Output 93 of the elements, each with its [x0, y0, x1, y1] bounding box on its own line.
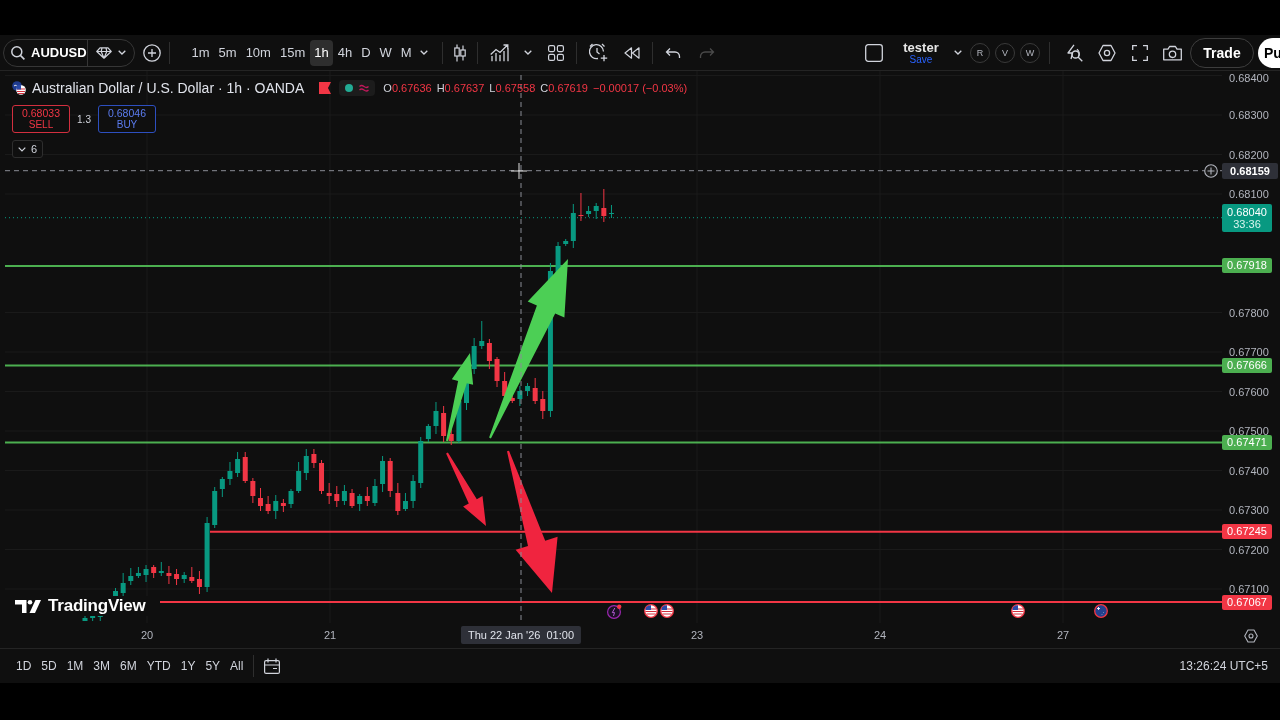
ohlc-label: L	[489, 82, 496, 94]
settings-icon[interactable]	[1244, 628, 1258, 643]
flag-badge-icon	[12, 81, 26, 95]
range-button[interactable]: All	[225, 654, 249, 678]
range-button[interactable]: YTD	[141, 654, 176, 678]
crosshair-cursor-icon	[511, 162, 527, 179]
time-tick-label: 24	[873, 629, 887, 641]
ohlc-value: 0.67558	[495, 82, 536, 94]
ohlc-label: H	[436, 82, 445, 94]
flag-icon[interactable]	[644, 604, 658, 618]
time-tick-label: 21	[323, 629, 337, 641]
logo-text[interactable]: TradingView	[46, 596, 148, 616]
line-price-tag: 0.67918	[1222, 258, 1272, 274]
timeframe-tab[interactable]: 10m	[241, 39, 276, 66]
plus-circle-icon[interactable]	[1204, 163, 1218, 178]
range-button[interactable]: 1D	[11, 654, 37, 678]
timeframe-tab[interactable]: 4h	[333, 39, 357, 66]
buy-button[interactable]: 0.68046 BUY	[98, 105, 156, 133]
ohlc-value: 0.67636	[391, 82, 432, 94]
range-button[interactable]: 1Y	[175, 654, 201, 678]
price-tick-label: 0.68100	[1229, 187, 1269, 201]
crosshair-price-tag: 0.68159	[1222, 162, 1278, 179]
range-button[interactable]: 6M	[115, 654, 142, 678]
camera-icon	[1163, 44, 1182, 61]
layout-save-button[interactable]: tester Save	[896, 40, 946, 65]
grid-icon	[548, 44, 565, 61]
countdown-label: 33:36	[1233, 217, 1261, 230]
flag-icon[interactable]	[660, 604, 674, 618]
plus-circle-icon	[143, 43, 161, 62]
range-button[interactable]: 1M	[61, 654, 89, 678]
fullscreen-icon	[1131, 44, 1148, 61]
timeframe-tab[interactable]: 15m	[275, 39, 310, 66]
price-tick-label: 0.67800	[1229, 305, 1269, 320]
diamond-icon	[96, 46, 112, 59]
caret-icon	[420, 50, 429, 55]
crosshair-time-tag: Thu 22 Jan '26 01:00	[460, 626, 582, 644]
price-tick-label: 0.68400	[1229, 71, 1269, 85]
price-tick-label: 0.68200	[1229, 147, 1269, 162]
caret-icon	[524, 50, 533, 55]
line-price-tag: 0.67666	[1222, 357, 1272, 373]
timeframe-tab[interactable]: 5m	[214, 39, 242, 66]
clock-button[interactable]: 13:26:24 UTC+5	[1179, 654, 1268, 678]
search-icon	[11, 45, 25, 60]
spread-value: 1.3	[76, 113, 92, 125]
timeframe-tab[interactable]: W	[375, 39, 397, 66]
settings-icon	[1097, 43, 1116, 62]
wave-icon	[359, 84, 370, 92]
range-button[interactable]: 5D	[36, 654, 62, 678]
price-tick-label: 0.67600	[1229, 384, 1269, 399]
rewind-icon	[624, 46, 641, 59]
flag-icon[interactable]	[1094, 604, 1108, 618]
flag-icon[interactable]	[1011, 604, 1025, 618]
calendar-icon	[264, 658, 281, 674]
ohlc-label: C	[540, 82, 549, 94]
price-tick-label: 0.67700	[1229, 345, 1269, 359]
time-tick-label: 27	[1056, 629, 1070, 641]
price-tick-label: 0.67300	[1229, 503, 1269, 517]
caret-icon	[118, 50, 126, 55]
bar-chart-icon	[490, 43, 511, 62]
line-price-tag: 0.67245	[1222, 524, 1272, 540]
time-tick-label: 20	[140, 629, 154, 641]
range-button[interactable]: 5Y	[200, 654, 226, 678]
letter-chip-button[interactable]: V	[995, 42, 1015, 63]
square-icon	[865, 43, 883, 62]
status-dot-icon	[345, 84, 354, 92]
price-tick-label: 0.67100	[1229, 582, 1269, 596]
chevron-down-icon	[18, 146, 26, 152]
candlestick-icon	[453, 43, 468, 62]
flag-icon	[319, 82, 332, 94]
timeframe-tab[interactable]: D	[356, 39, 376, 66]
price-tick-label: 0.67200	[1229, 542, 1269, 557]
timeframe-tab[interactable]: 1m	[187, 39, 215, 66]
caret-icon	[954, 50, 962, 55]
range-button[interactable]: 3M	[88, 654, 116, 678]
line-price-tag: 0.67067	[1222, 594, 1272, 610]
price-change: −0.00017 (−0.03%)	[592, 82, 688, 94]
timeframe-tab[interactable]: M	[396, 39, 417, 66]
sell-button[interactable]: 0.68033 SELL	[12, 105, 70, 133]
price-tick-label: 0.68300	[1229, 108, 1269, 122]
symbol-title: Australian Dollar / U.S. Dollar · 1h · OANDA	[32, 80, 305, 96]
ohlc-value: 0.67637	[444, 82, 485, 94]
ohlc-value: 0.67619	[548, 82, 588, 94]
indicators-toggle-button[interactable]: 6	[12, 140, 44, 158]
price-tick-label: 0.67400	[1229, 463, 1269, 478]
timeframe-tab[interactable]: 1h	[309, 39, 334, 66]
ohlc-label: O	[383, 82, 392, 94]
logo-icon[interactable]	[15, 599, 41, 613]
lightning-icon[interactable]	[607, 604, 622, 619]
symbol-search-button[interactable]: AUDUSD	[4, 39, 88, 66]
time-tick-label: 23	[690, 629, 704, 641]
alarm-clock-icon	[588, 43, 608, 62]
line-price-tag: 0.67471	[1222, 434, 1272, 450]
last-price-label: 0.68040	[1227, 205, 1267, 218]
